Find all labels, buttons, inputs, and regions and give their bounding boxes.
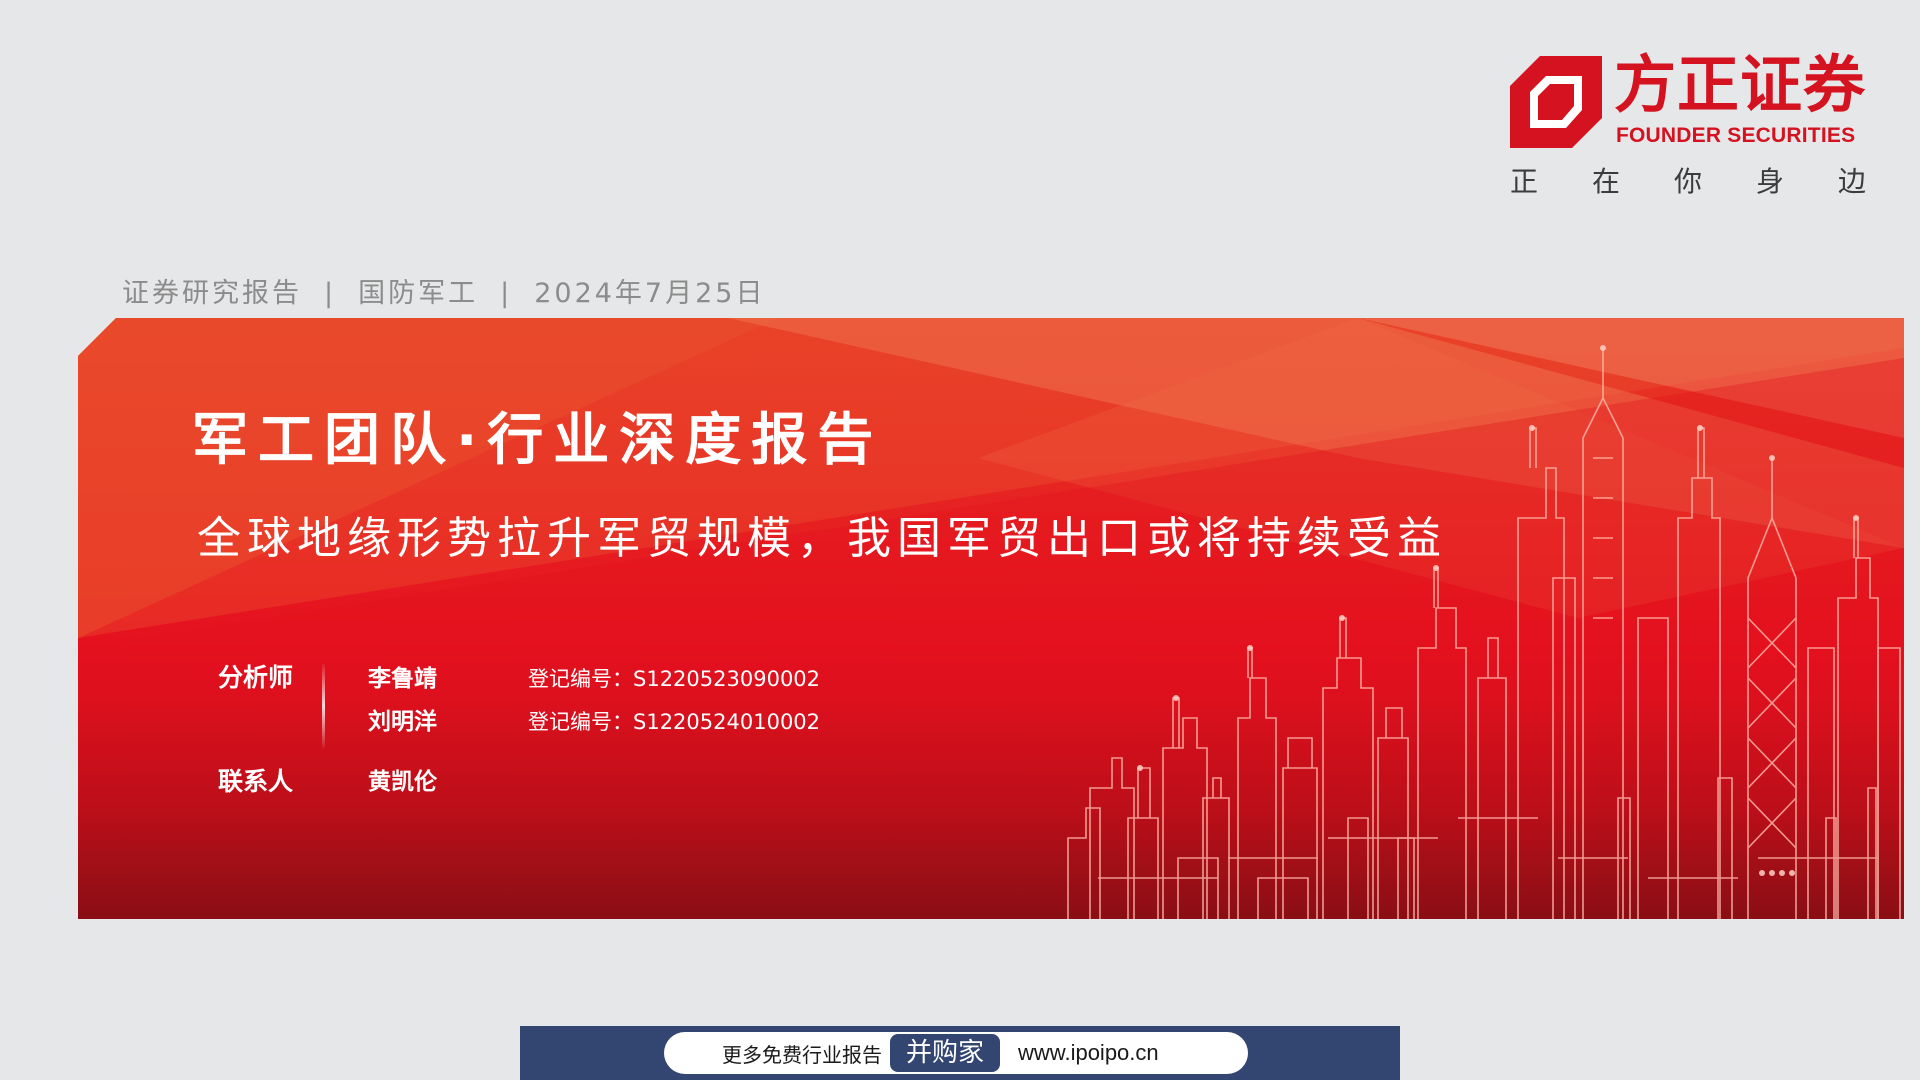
report-type: 证券研究报告 [122,278,302,309]
slogan-char: 在 [1591,165,1620,198]
slogan-char: 边 [1837,165,1866,198]
report-title: 军工团队·行业深度报告 [192,408,884,473]
analyst-name: 李鲁靖 [368,666,437,692]
separator: | [500,278,513,309]
founder-securities-logo: 方正证券 FOUNDER SECURITIES 正 在 你 身 边 [1510,48,1886,204]
founder-logo-mark-icon [1510,56,1602,148]
analyst-registration: 登记编号：S1220523090002 [528,667,821,691]
report-sector: 国防军工 [358,278,479,309]
analyst-name: 刘明洋 [368,709,437,735]
slogan-char: 正 [1510,165,1539,198]
report-cover: 方正证券 FOUNDER SECURITIES 正 在 你 身 边 证券研究报告… [0,0,1920,1080]
analyst-registration: 登记编号：S1220524010002 [528,710,821,734]
slogan-char: 身 [1755,165,1784,198]
report-date: 2024年7月25日 [534,278,766,309]
footer-brand: 并购家 [890,1034,1001,1072]
contact-label: 联系人 [218,767,294,796]
contact-name: 黄凯伦 [368,769,437,795]
separator: | [324,278,337,309]
footer-ad-bar: 更多免费行业报告 并购家 www.ipoipo.cn [520,1026,1400,1080]
logo-name-en: FOUNDER SECURITIES [1616,124,1856,147]
logo-slogan: 正 在 你 身 边 [1510,164,1866,200]
cover-banner: 军工团队·行业深度报告 全球地缘形势拉升军贸规模，我国军贸出口或将持续受益 分析… [78,318,1904,919]
analyst-label: 分析师 [218,663,294,692]
footer-ad-text: 更多免费行业报告 [722,1042,882,1067]
slogan-char: 你 [1673,165,1702,198]
logo-name-cn: 方正证券 [1614,48,1867,121]
footer-url[interactable]: www.ipoipo.cn [1018,1040,1159,1066]
report-meta-line: 证券研究报告 | 国防军工 | 2024年7月25日 [122,276,765,312]
report-subtitle: 全球地缘形势拉升军贸规模，我国军贸出口或将持续受益 [197,513,1447,564]
analyst-divider [322,664,325,748]
footer-ad-link[interactable]: 更多免费行业报告 并购家 www.ipoipo.cn [664,1032,1248,1074]
